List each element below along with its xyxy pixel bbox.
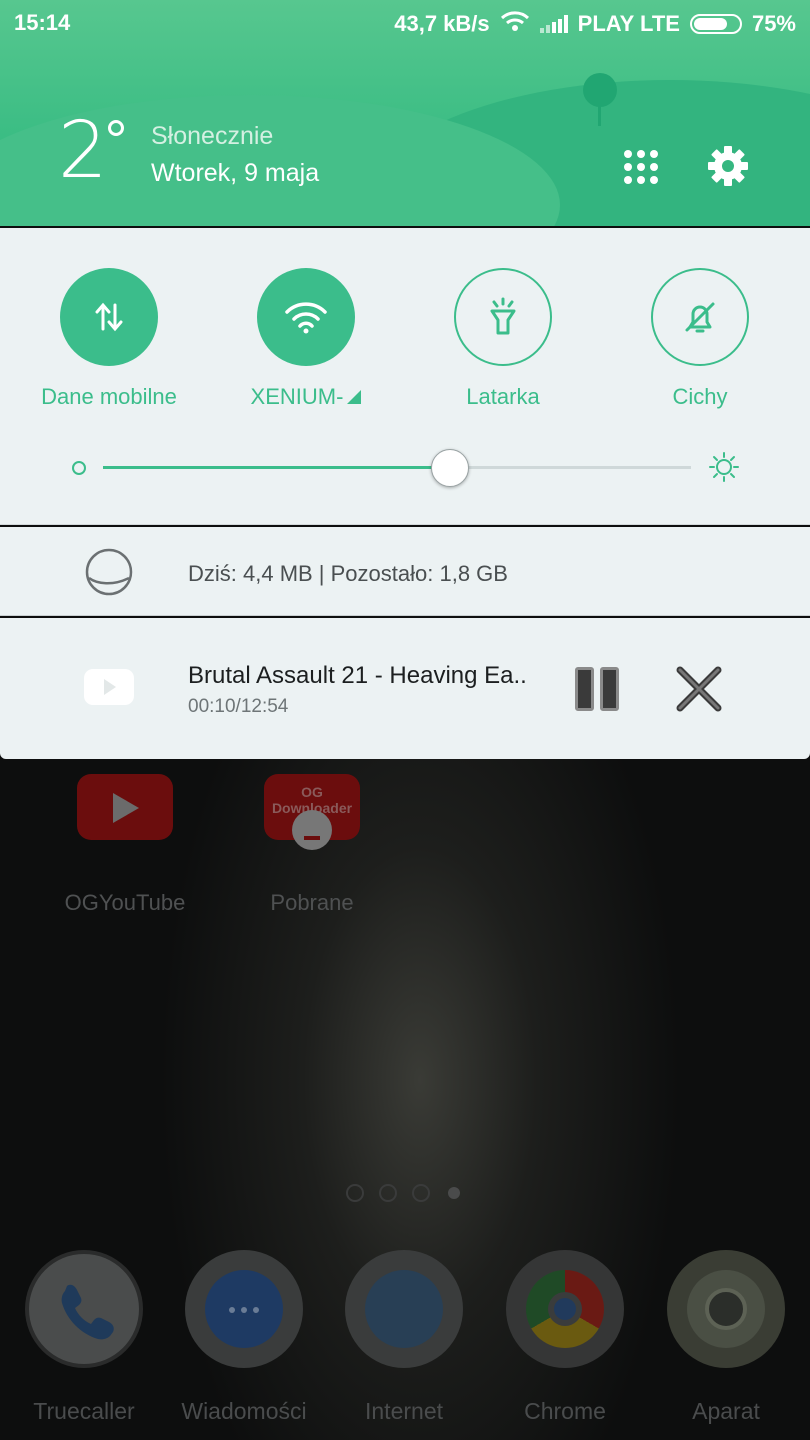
degree-icon: [108, 120, 124, 136]
page-dot[interactable]: [346, 1184, 364, 1202]
app-label: Pobrane: [270, 890, 354, 915]
tile-label: Dane mobilne: [41, 384, 177, 409]
page-dot[interactable]: [379, 1184, 397, 1202]
brightness-fill: [103, 466, 450, 469]
page-dot[interactable]: [412, 1184, 430, 1202]
date: Wtorek, 9 maja: [151, 159, 320, 187]
tile-flashlight[interactable]: Latarka: [403, 268, 603, 410]
dock-chrome[interactable]: Chrome: [485, 1250, 645, 1425]
downloader-icon: OG Downloader: [264, 774, 360, 850]
tile-label: XENIUM-: [250, 384, 344, 409]
brightness-thumb[interactable]: [430, 449, 469, 487]
dock-label: Truecaller: [33, 1398, 135, 1424]
wifi-icon: [257, 268, 355, 366]
dock-label: Aparat: [692, 1398, 760, 1424]
signal-icon: [539, 15, 568, 33]
shade-header: 15:14 43,7 kB/s PLAY LTE 75% 2 Słoneczni…: [0, 0, 810, 226]
brightness-track[interactable]: [103, 466, 691, 469]
battery-percent: 75%: [751, 11, 796, 36]
chrome-icon: [526, 1270, 604, 1348]
status-bar: 15:14 43,7 kB/s PLAY LTE 75%: [0, 0, 810, 46]
clock: 15:14: [14, 10, 71, 35]
media-time: 00:10/12:54: [188, 696, 289, 717]
temperature: 2: [58, 106, 108, 196]
wifi-status-icon: [500, 10, 530, 38]
close-icon[interactable]: [676, 666, 722, 712]
network-speed: 43,7 kB/s: [394, 11, 490, 36]
pause-button[interactable]: [575, 667, 619, 711]
dock-label: Chrome: [524, 1398, 606, 1424]
gear-icon[interactable]: [706, 144, 750, 188]
brightness-high-icon: [708, 451, 740, 483]
messages-icon: [205, 1270, 283, 1348]
camera-icon: [687, 1270, 765, 1348]
page-dot-active[interactable]: [448, 1187, 460, 1199]
tile-silent[interactable]: Cichy: [600, 268, 800, 410]
youtube-icon: [77, 774, 173, 840]
dock-truecaller[interactable]: Truecaller: [4, 1250, 164, 1425]
dock-wiadomosci[interactable]: Wiadomości: [164, 1250, 324, 1425]
battery-icon: [689, 14, 742, 34]
page-indicator: [346, 1184, 463, 1202]
brightness-slider[interactable]: [70, 448, 750, 488]
internet-icon: [365, 1270, 443, 1348]
media-title: Brutal Assault 21 - Heaving Ea..: [188, 662, 527, 689]
data-usage-text: Dziś: 4,4 MB | Pozostało: 1,8 GB: [188, 561, 508, 586]
dock-label: Internet: [365, 1398, 443, 1424]
youtube-icon: [84, 669, 134, 705]
mobile-data-icon: [60, 268, 158, 366]
weather-condition: Słonecznie: [151, 122, 274, 150]
phone-icon: [29, 1254, 139, 1364]
wifi-signal-icon: [347, 390, 362, 404]
dock-label: Wiadomości: [181, 1398, 307, 1424]
tile-label: Latarka: [466, 384, 540, 409]
quick-settings: Dane mobilne XENIUM- Latarka Cichy: [0, 228, 810, 525]
flashlight-icon: [454, 268, 552, 366]
app-ogyoutube[interactable]: OGYouTube: [45, 774, 205, 916]
grid-icon[interactable]: [624, 150, 658, 184]
weather-info[interactable]: Słonecznie Wtorek, 9 maja: [151, 122, 319, 188]
brightness-low-icon: [72, 461, 86, 475]
data-usage-row[interactable]: Dziś: 4,4 MB | Pozostało: 1,8 GB: [0, 527, 810, 616]
tile-label: Cichy: [672, 384, 728, 409]
tile-wifi[interactable]: XENIUM-: [206, 268, 406, 410]
app-pobrane[interactable]: OG Downloader Pobrane: [232, 774, 392, 916]
dock-internet[interactable]: Internet: [324, 1250, 484, 1425]
dock-aparat[interactable]: Aparat: [646, 1250, 806, 1425]
app-label: OGYouTube: [64, 890, 186, 915]
data-usage-icon: [85, 548, 133, 596]
tile-mobile-data[interactable]: Dane mobilne: [9, 268, 209, 410]
bell-off-icon: [651, 268, 749, 366]
carrier: PLAY LTE: [577, 11, 680, 36]
